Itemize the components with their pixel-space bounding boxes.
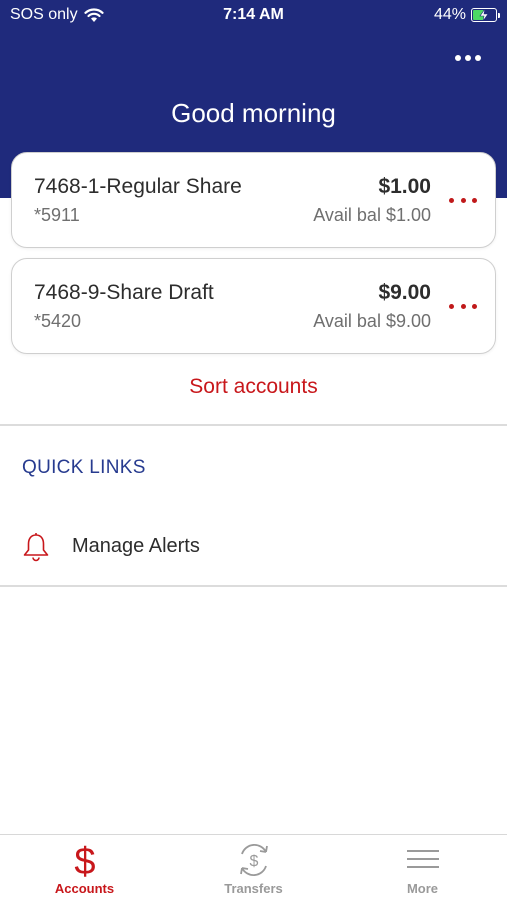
bottom-tab-bar: $ Accounts $ Transfers More — [0, 834, 507, 900]
account-number: *5911 — [34, 205, 80, 225]
account-card[interactable]: 7468-9-Share Draft *5420 $9.00 Avail bal… — [11, 258, 496, 354]
header-more-button[interactable] — [451, 48, 485, 68]
status-bar: SOS only 7:14 AM 44% — [0, 0, 507, 30]
ellipsis-icon-dot — [455, 55, 461, 61]
account-card[interactable]: 7468-1-Regular Share *5911 $1.00 Avail b… — [11, 152, 496, 248]
account-more-icon[interactable] — [449, 301, 477, 311]
transfer-icon: $ — [239, 843, 268, 877]
section-divider — [0, 424, 507, 426]
account-number: *5420 — [34, 311, 82, 331]
account-name: 7468-1-Regular Share — [34, 175, 242, 198]
tab-more[interactable]: More — [338, 835, 507, 900]
battery-percent: 44% — [433, 6, 466, 23]
svg-text:$: $ — [249, 853, 258, 870]
account-available-balance: Avail bal $9.00 — [313, 311, 431, 331]
manage-alerts-link[interactable]: Manage Alerts — [0, 518, 507, 576]
section-divider — [0, 585, 507, 587]
quick-links-title: QUICK LINKS — [22, 457, 146, 478]
sort-accounts-link[interactable]: Sort accounts — [0, 375, 507, 399]
dollar-icon: $ — [74, 841, 95, 879]
battery-charging-icon — [471, 8, 500, 22]
account-balance: $1.00 — [378, 175, 431, 198]
account-available-balance: Avail bal $1.00 — [313, 205, 431, 225]
account-balance: $9.00 — [378, 281, 431, 304]
account-name: 7468-9-Share Draft — [34, 281, 214, 304]
ellipsis-icon-dot — [475, 55, 481, 61]
menu-icon — [406, 850, 439, 868]
status-right: 44% — [433, 6, 500, 24]
tab-more-label: More — [406, 881, 439, 896]
tab-accounts-label: Accounts — [54, 881, 115, 896]
ellipsis-icon-dot — [465, 55, 471, 61]
tab-transfers[interactable]: $ Transfers — [169, 835, 338, 900]
tab-transfers-label: Transfers — [224, 881, 283, 896]
tab-accounts[interactable]: $ Accounts — [0, 835, 169, 900]
bell-icon — [23, 533, 49, 562]
account-more-icon[interactable] — [449, 195, 477, 205]
greeting-title: Good morning — [171, 98, 336, 128]
manage-alerts-label: Manage Alerts — [72, 535, 200, 557]
status-time: 7:14 AM — [223, 6, 284, 23]
svg-text:$: $ — [74, 841, 95, 879]
